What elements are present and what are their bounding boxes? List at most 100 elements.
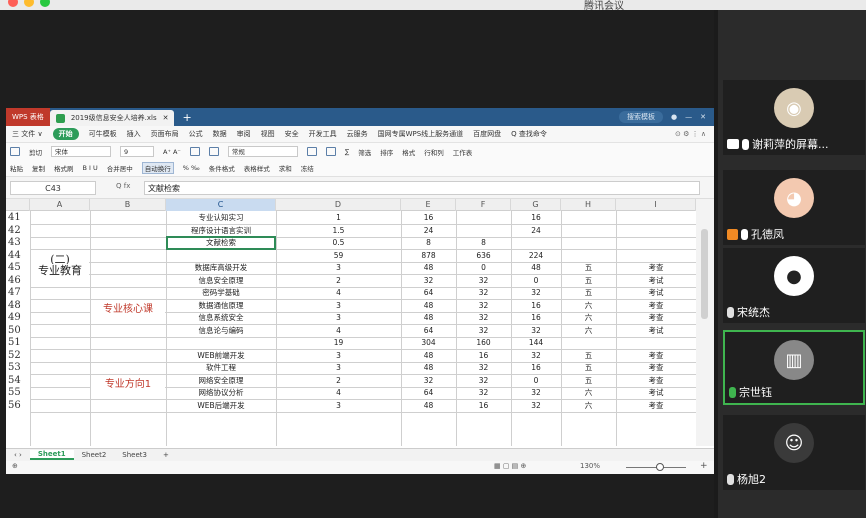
merge-icon[interactable] [208,147,219,156]
cell-g52[interactable]: 32 [511,350,561,362]
number-format-select[interactable]: 常规 [227,146,298,157]
cell-g41[interactable]: 16 [511,212,561,224]
cell-h56[interactable]: 六 [561,400,616,412]
cell-f52[interactable]: 16 [456,350,511,362]
menu-baidu-disk[interactable]: 百度网盘 [473,129,501,139]
conditional-format-button[interactable]: 条件格式 [209,163,235,173]
table-style-button[interactable]: 表格样式 [244,163,270,173]
menu-formula[interactable]: 公式 [189,129,203,139]
row-header-45[interactable]: 45 [6,262,30,274]
cell-h42[interactable] [561,225,616,237]
vertical-scrollbar[interactable] [696,199,714,446]
cell-d56[interactable]: 3 [276,400,401,412]
add-sheet-button[interactable]: + [155,451,177,459]
cell-f51[interactable]: 160 [456,337,511,349]
column-header-a[interactable]: A [30,199,90,211]
cell-f42[interactable] [456,225,511,237]
template-search-box[interactable]: 搜索模板 [619,111,664,123]
zoom-in-icon[interactable]: + [700,461,708,471]
cell-c42[interactable]: 程序设计语言实训 [166,225,276,237]
name-box[interactable]: C43 [10,181,96,195]
sheet-tab-sheet1[interactable]: Sheet1 [29,450,74,460]
cell-i44[interactable] [616,250,696,262]
cell-g44[interactable]: 224 [511,250,561,262]
close-tab-icon[interactable]: ✕ [163,110,169,126]
cell-g50[interactable]: 32 [511,325,561,337]
row-header-52[interactable]: 52 [6,350,30,362]
cell-d50[interactable]: 4 [276,325,401,337]
menu-data[interactable]: 数据 [213,129,227,139]
sum-dropdown-button[interactable]: 求和 [279,163,292,173]
cell-g46[interactable]: 0 [511,275,561,287]
cell-i41[interactable] [616,212,696,224]
wrap-text-button[interactable]: 自动换行 [141,162,174,174]
cell-c50[interactable]: 信息论与编码 [166,325,276,337]
conditional-format-icon[interactable] [306,147,317,156]
font-grow-shrink-button[interactable]: A⁺ A⁻ [163,148,181,156]
cell-c46[interactable]: 信息安全原理 [166,275,276,287]
cell-i46[interactable]: 考试 [616,275,696,287]
cell-d42[interactable]: 1.5 [276,225,401,237]
cell-e52[interactable]: 48 [401,350,456,362]
cell-d45[interactable]: 3 [276,262,401,274]
column-header-e[interactable]: E [401,199,456,211]
cell-d46[interactable]: 2 [276,275,401,287]
cell-f43[interactable]: 8 [456,237,511,249]
cell-c47[interactable]: 密码学基础 [166,287,276,299]
cell-f56[interactable]: 16 [456,400,511,412]
cell-f49[interactable]: 32 [456,312,511,324]
sheet-nav-arrows[interactable]: ‹ › [6,451,30,459]
cell-d55[interactable]: 4 [276,387,401,399]
cell-d54[interactable]: 2 [276,375,401,387]
cell-h46[interactable]: 五 [561,275,616,287]
cell-e42[interactable]: 24 [401,225,456,237]
row-header-51[interactable]: 51 [6,337,30,349]
cell-e45[interactable]: 48 [401,262,456,274]
cell-f54[interactable]: 32 [456,375,511,387]
cell-i54[interactable]: 考查 [616,375,696,387]
menu-grid-channel[interactable]: 国网专属WPS线上服务通道 [378,129,464,139]
sort-button[interactable]: 排序 [380,147,393,157]
cell-g43[interactable] [511,237,561,249]
cell-f45[interactable]: 0 [456,262,511,274]
spreadsheet-grid[interactable]: ABCDEFGHI 41 专业认知实习 1 16 16 42 程序设计语言实训 1.5 24 24… [6,199,714,446]
cell-e46[interactable]: 32 [401,275,456,287]
menu-right-icons[interactable]: ⊙ ⚙ ⋮ ∧ [675,130,714,138]
cell-d48[interactable]: 3 [276,300,401,312]
minimize-icon[interactable]: — [685,113,692,121]
cell-e53[interactable]: 48 [401,362,456,374]
cell-d41[interactable]: 1 [276,212,401,224]
participant-tile[interactable]: ● 宋统杰 [723,248,865,323]
row-header-49[interactable]: 49 [6,312,30,324]
menu-page-layout[interactable]: 页面布局 [151,129,179,139]
cell-g49[interactable]: 16 [511,312,561,324]
cell-e55[interactable]: 64 [401,387,456,399]
cell-f48[interactable]: 32 [456,300,511,312]
scrollbar-thumb[interactable] [701,229,708,319]
file-tab[interactable]: 2019级信息安全人培养.xls ✕ [49,110,175,126]
cell-d52[interactable]: 3 [276,350,401,362]
cell-f47[interactable]: 32 [456,287,511,299]
cell-c45[interactable]: 数据库高级开发 [166,262,276,274]
cell-i52[interactable]: 考查 [616,350,696,362]
participant-tile[interactable]: ◉ 谢莉萍的屏幕... [723,80,865,155]
cell-g51[interactable]: 144 [511,337,561,349]
cell-h45[interactable]: 五 [561,262,616,274]
column-header-f[interactable]: F [456,199,511,211]
cell-c44[interactable] [166,250,276,262]
format-painter-button[interactable]: 格式刷 [54,163,74,173]
participant-tile[interactable]: ▥ 宗世钰 [723,330,865,405]
cell-f50[interactable]: 32 [456,325,511,337]
cell-h43[interactable] [561,237,616,249]
cell-c48[interactable]: 数据通信原理 [166,300,276,312]
sheet-tab-sheet3[interactable]: Sheet3 [114,451,155,459]
sum-button[interactable]: ∑ [345,148,349,156]
cell-h55[interactable]: 六 [561,387,616,399]
group-label-direction[interactable]: 专业方向1 [91,377,165,392]
cell-g53[interactable]: 16 [511,362,561,374]
cell-c53[interactable]: 软件工程 [166,362,276,374]
row-header-43[interactable]: 43 [6,237,30,249]
cell-i45[interactable]: 考查 [616,262,696,274]
column-header-h[interactable]: H [561,199,616,211]
font-family-select[interactable]: 宋体 [51,146,111,157]
